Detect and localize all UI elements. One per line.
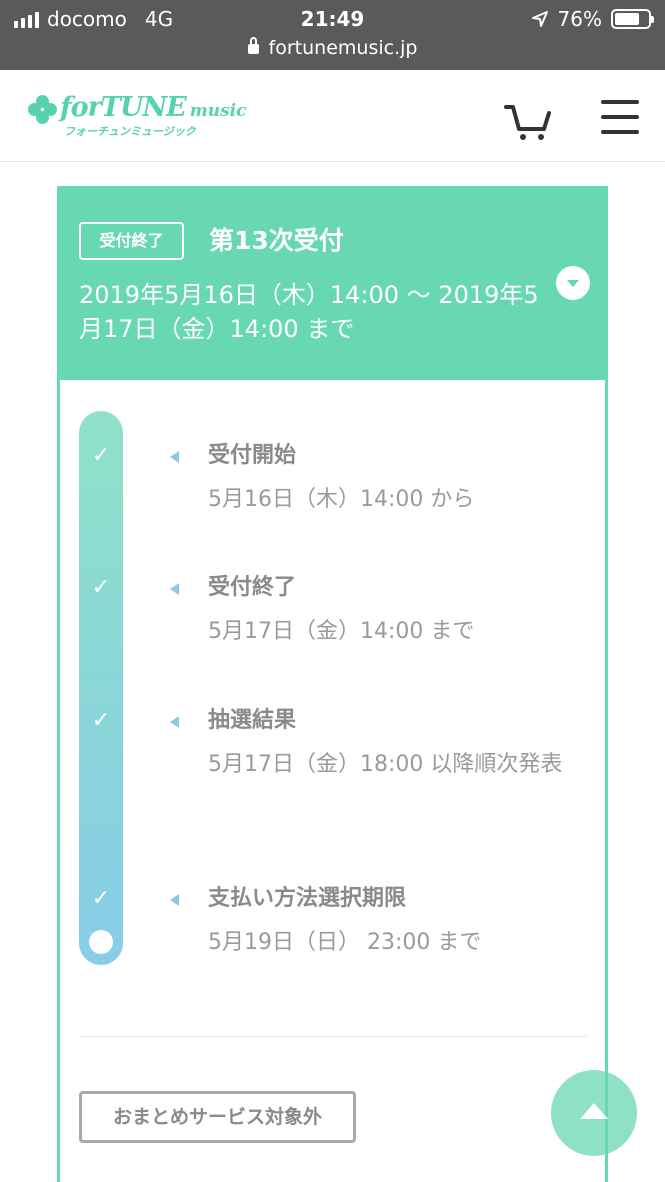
step-title: 支払い方法選択期限: [208, 886, 407, 911]
check-icon: ✓: [91, 708, 111, 733]
timeline-track: ✓ ✓ ✓ ✓: [79, 411, 123, 965]
check-icon: ✓: [91, 443, 111, 468]
status-right: 76%: [531, 7, 654, 31]
status-badge: 受付終了: [79, 222, 184, 260]
bundle-service-tag: おまとめサービス対象外: [79, 1091, 356, 1143]
logo-kana: フォーチュンミュージック: [64, 125, 196, 138]
step-title: 受付開始: [208, 443, 297, 468]
battery-icon: [611, 9, 654, 29]
timeline-end-dot: [89, 930, 113, 954]
round-title: 第13次受付: [209, 226, 344, 255]
cart-icon[interactable]: [504, 102, 552, 142]
step-title: 受付終了: [208, 575, 297, 600]
reception-card: 受付終了 第13次受付 2019年5月16日（木）14:00 〜 2019年5月…: [57, 186, 608, 1182]
url-text: fortunemusic.jp: [268, 37, 418, 59]
battery-percent: 76%: [557, 7, 602, 31]
status-bar: docomo 4G 21:49 76% fortunemusic.jp: [0, 0, 665, 70]
address-bar[interactable]: fortunemusic.jp: [0, 37, 665, 59]
step-title: 抽選結果: [208, 708, 297, 733]
reception-card-header[interactable]: 受付終了 第13次受付 2019年5月16日（木）14:00 〜 2019年5月…: [57, 186, 608, 380]
site-logo[interactable]: forTUNE music フォーチュンミュージック: [28, 92, 246, 142]
pointer-arrow-icon: [170, 451, 179, 463]
check-icon: ✓: [91, 886, 111, 911]
location-arrow-icon: [531, 11, 548, 27]
pointer-arrow-icon: [170, 894, 179, 906]
chevron-down-icon[interactable]: [556, 266, 590, 300]
hamburger-menu-icon[interactable]: [601, 100, 639, 140]
clover-logo-icon: [28, 95, 58, 125]
battery-level-fill: [615, 13, 640, 25]
pointer-arrow-icon: [170, 583, 179, 595]
round-period: 2019年5月16日（木）14:00 〜 2019年5月17日（金）14:00 …: [79, 281, 539, 343]
step-date: 5月17日（金）14:00 まで: [208, 619, 475, 644]
step-date: 5月19日（日） 23:00 まで: [208, 930, 482, 955]
step-date: 5月17日（金）18:00 以降順次発表: [208, 752, 563, 777]
step-date: 5月16日（木）14:00 から: [208, 487, 475, 512]
check-icon: ✓: [91, 575, 111, 600]
pointer-arrow-icon: [170, 716, 179, 728]
lock-icon: [247, 37, 259, 54]
logo-wordmark: forTUNE music: [60, 92, 247, 123]
site-header: forTUNE music フォーチュンミュージック: [0, 70, 665, 162]
divider: [79, 1036, 587, 1037]
back-to-top-button[interactable]: [551, 1070, 637, 1156]
